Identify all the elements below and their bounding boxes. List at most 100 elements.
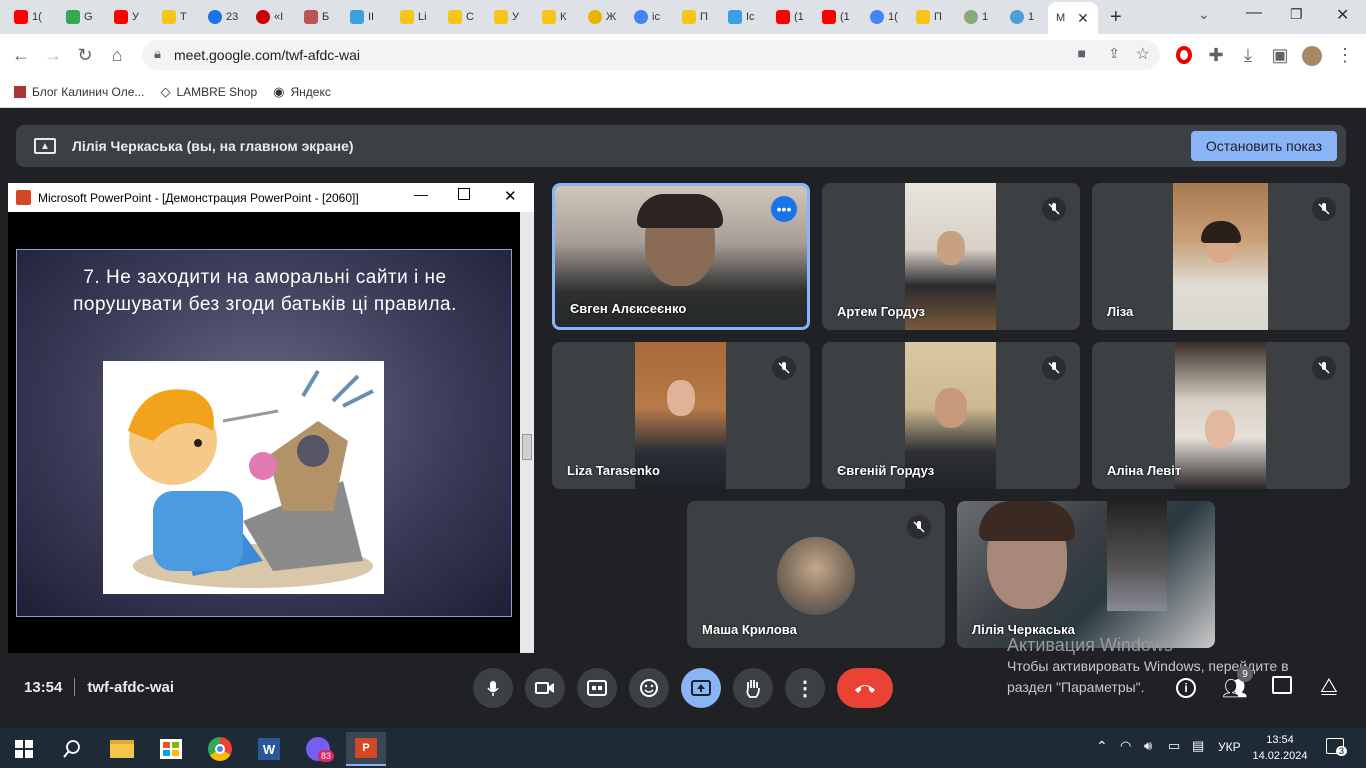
battery-icon[interactable]: ▭: [1168, 738, 1180, 754]
tab-20[interactable]: П: [912, 6, 942, 28]
more-options-button[interactable]: ⋮: [785, 668, 825, 708]
side-panel-icon[interactable]: ▣: [1269, 44, 1291, 66]
bookmark-2[interactable]: ◇ LAMBRE Shop: [160, 84, 257, 100]
participant-tile[interactable]: ••• Євген Алєксеєнко: [552, 183, 810, 330]
language-indicator[interactable]: УКР: [1218, 740, 1241, 754]
tab-label: П: [700, 11, 708, 23]
new-tab-icon[interactable]: +: [1110, 6, 1122, 29]
scroll-thumb[interactable]: [522, 434, 532, 460]
stop-presenting-button[interactable]: Остановить показ: [1190, 131, 1337, 161]
tab-active-meet[interactable]: M ✕: [1048, 2, 1098, 34]
ppt-title-bar: Microsoft PowerPoint - [Демонстрация Pow…: [8, 183, 534, 212]
emoji-button[interactable]: [629, 668, 669, 708]
chat-icon[interactable]: [1272, 676, 1292, 694]
more-options-icon[interactable]: •••: [771, 196, 797, 222]
tab-21[interactable]: 1: [960, 6, 988, 28]
ppt-close-icon[interactable]: ✕: [504, 187, 517, 205]
tab-15[interactable]: П: [678, 6, 708, 28]
tab-strip: 1( G У Т 23 «I Б IІ Li С У К Ж ic П Ic (…: [0, 0, 1366, 34]
tab-8[interactable]: IІ: [346, 6, 374, 28]
tab-13[interactable]: Ж: [584, 6, 616, 28]
avatar[interactable]: [1302, 46, 1322, 66]
mic-off-icon: [1312, 197, 1336, 221]
bookmark-1[interactable]: Блог Калинич Оле...: [14, 85, 144, 99]
tab-label: 1(: [32, 11, 42, 23]
opera-icon[interactable]: [1176, 46, 1192, 64]
start-button[interactable]: [4, 732, 44, 766]
tab-22[interactable]: 1: [1006, 6, 1034, 28]
bookmark-star-icon[interactable]: ☆: [1136, 44, 1150, 64]
viber-icon[interactable]: 83: [298, 732, 338, 766]
participant-tile[interactable]: Аліна Левіт: [1092, 342, 1350, 489]
participant-video: [1175, 342, 1266, 489]
tab-6[interactable]: «I: [252, 6, 283, 28]
keyboard-icon[interactable]: ▤: [1192, 738, 1204, 754]
participant-tile[interactable]: Артем Гордуз: [822, 183, 1080, 330]
participant-tile[interactable]: Ліза: [1092, 183, 1350, 330]
tab-search-icon[interactable]: ⌄: [1198, 6, 1210, 23]
participant-tile[interactable]: Liza Tarasenko: [552, 342, 810, 489]
chrome-icon[interactable]: [200, 732, 240, 766]
mic-button[interactable]: [473, 668, 513, 708]
tab-7[interactable]: Б: [300, 6, 329, 28]
tab-12[interactable]: К: [538, 6, 566, 28]
powerpoint-taskbar-icon[interactable]: P: [346, 732, 386, 766]
youtube-icon: [14, 10, 28, 24]
tab-2[interactable]: G: [62, 6, 93, 28]
clock[interactable]: 13:54 14.02.2024: [1252, 732, 1308, 764]
store-icon[interactable]: [151, 732, 191, 766]
participant-tile[interactable]: Лілія Черкаська: [957, 501, 1215, 648]
ppt-minimize-icon[interactable]: —: [414, 186, 428, 202]
tab-9[interactable]: Li: [396, 6, 427, 28]
info-icon[interactable]: i: [1176, 678, 1196, 698]
bell-icon: [542, 10, 556, 24]
forward-icon[interactable]: →: [42, 44, 64, 66]
reload-icon[interactable]: ↻: [74, 44, 96, 66]
word-icon[interactable]: W: [249, 732, 289, 766]
participant-tile[interactable]: Євгеній Гордуз: [822, 342, 1080, 489]
camera-icon[interactable]: ■: [1078, 45, 1086, 61]
participant-tile[interactable]: Маша Крилова: [687, 501, 945, 648]
url-bar[interactable]: 🔒︎ meet.google.com/twf-afdc-wai ■ ⇪ ☆: [142, 40, 1160, 70]
present-button[interactable]: [681, 668, 721, 708]
back-icon[interactable]: ←: [10, 44, 32, 66]
home-icon[interactable]: ⌂: [106, 44, 128, 66]
activities-icon[interactable]: ⧋: [1320, 675, 1338, 698]
share-icon[interactable]: ⇪: [1108, 45, 1120, 62]
tab-18[interactable]: (1: [818, 6, 850, 28]
wifi-icon[interactable]: ◠: [1120, 738, 1131, 754]
participant-name: Маша Крилова: [702, 622, 797, 637]
tab-1[interactable]: 1(: [10, 6, 42, 28]
ppt-maximize-icon[interactable]: [458, 188, 470, 200]
tab-19[interactable]: 1(: [866, 6, 898, 28]
restore-icon[interactable]: ❐: [1290, 6, 1303, 23]
download-icon[interactable]: ⤓: [1237, 44, 1259, 66]
menu-icon[interactable]: ⋮: [1334, 44, 1356, 66]
leave-call-button[interactable]: [837, 668, 893, 708]
captions-button[interactable]: [577, 668, 617, 708]
close-tab-icon[interactable]: ✕: [1077, 10, 1089, 27]
tray-expand-icon[interactable]: ⌃: [1096, 738, 1108, 755]
youtube-icon: [822, 10, 836, 24]
minimize-icon[interactable]: —: [1246, 4, 1262, 22]
ppt-scrollbar[interactable]: [520, 212, 534, 653]
camera-button[interactable]: [525, 668, 565, 708]
extensions-icon[interactable]: ✚: [1205, 44, 1227, 66]
bookmarks-bar: Блог Калинич Оле... ◇ LAMBRE Shop ◉ Яндекс: [0, 76, 1366, 108]
search-button[interactable]: [52, 732, 92, 766]
present-screen-icon: ▲: [34, 138, 56, 154]
tab-10[interactable]: С: [444, 6, 474, 28]
tab-label: Ic: [746, 11, 755, 23]
tab-11[interactable]: У: [490, 6, 519, 28]
tab-16[interactable]: Ic: [724, 6, 755, 28]
tab-3[interactable]: У: [110, 6, 139, 28]
tab-5[interactable]: 23: [204, 6, 238, 28]
tab-14[interactable]: ic: [630, 6, 660, 28]
close-window-icon[interactable]: ✕: [1336, 5, 1349, 25]
raise-hand-button[interactable]: [733, 668, 773, 708]
tab-17[interactable]: (1: [772, 6, 804, 28]
bookmark-3[interactable]: ◉ Яндекс: [273, 84, 331, 100]
tab-4[interactable]: Т: [158, 6, 187, 28]
file-explorer-icon[interactable]: [102, 732, 142, 766]
volume-icon[interactable]: 🔊︎: [1144, 738, 1152, 754]
